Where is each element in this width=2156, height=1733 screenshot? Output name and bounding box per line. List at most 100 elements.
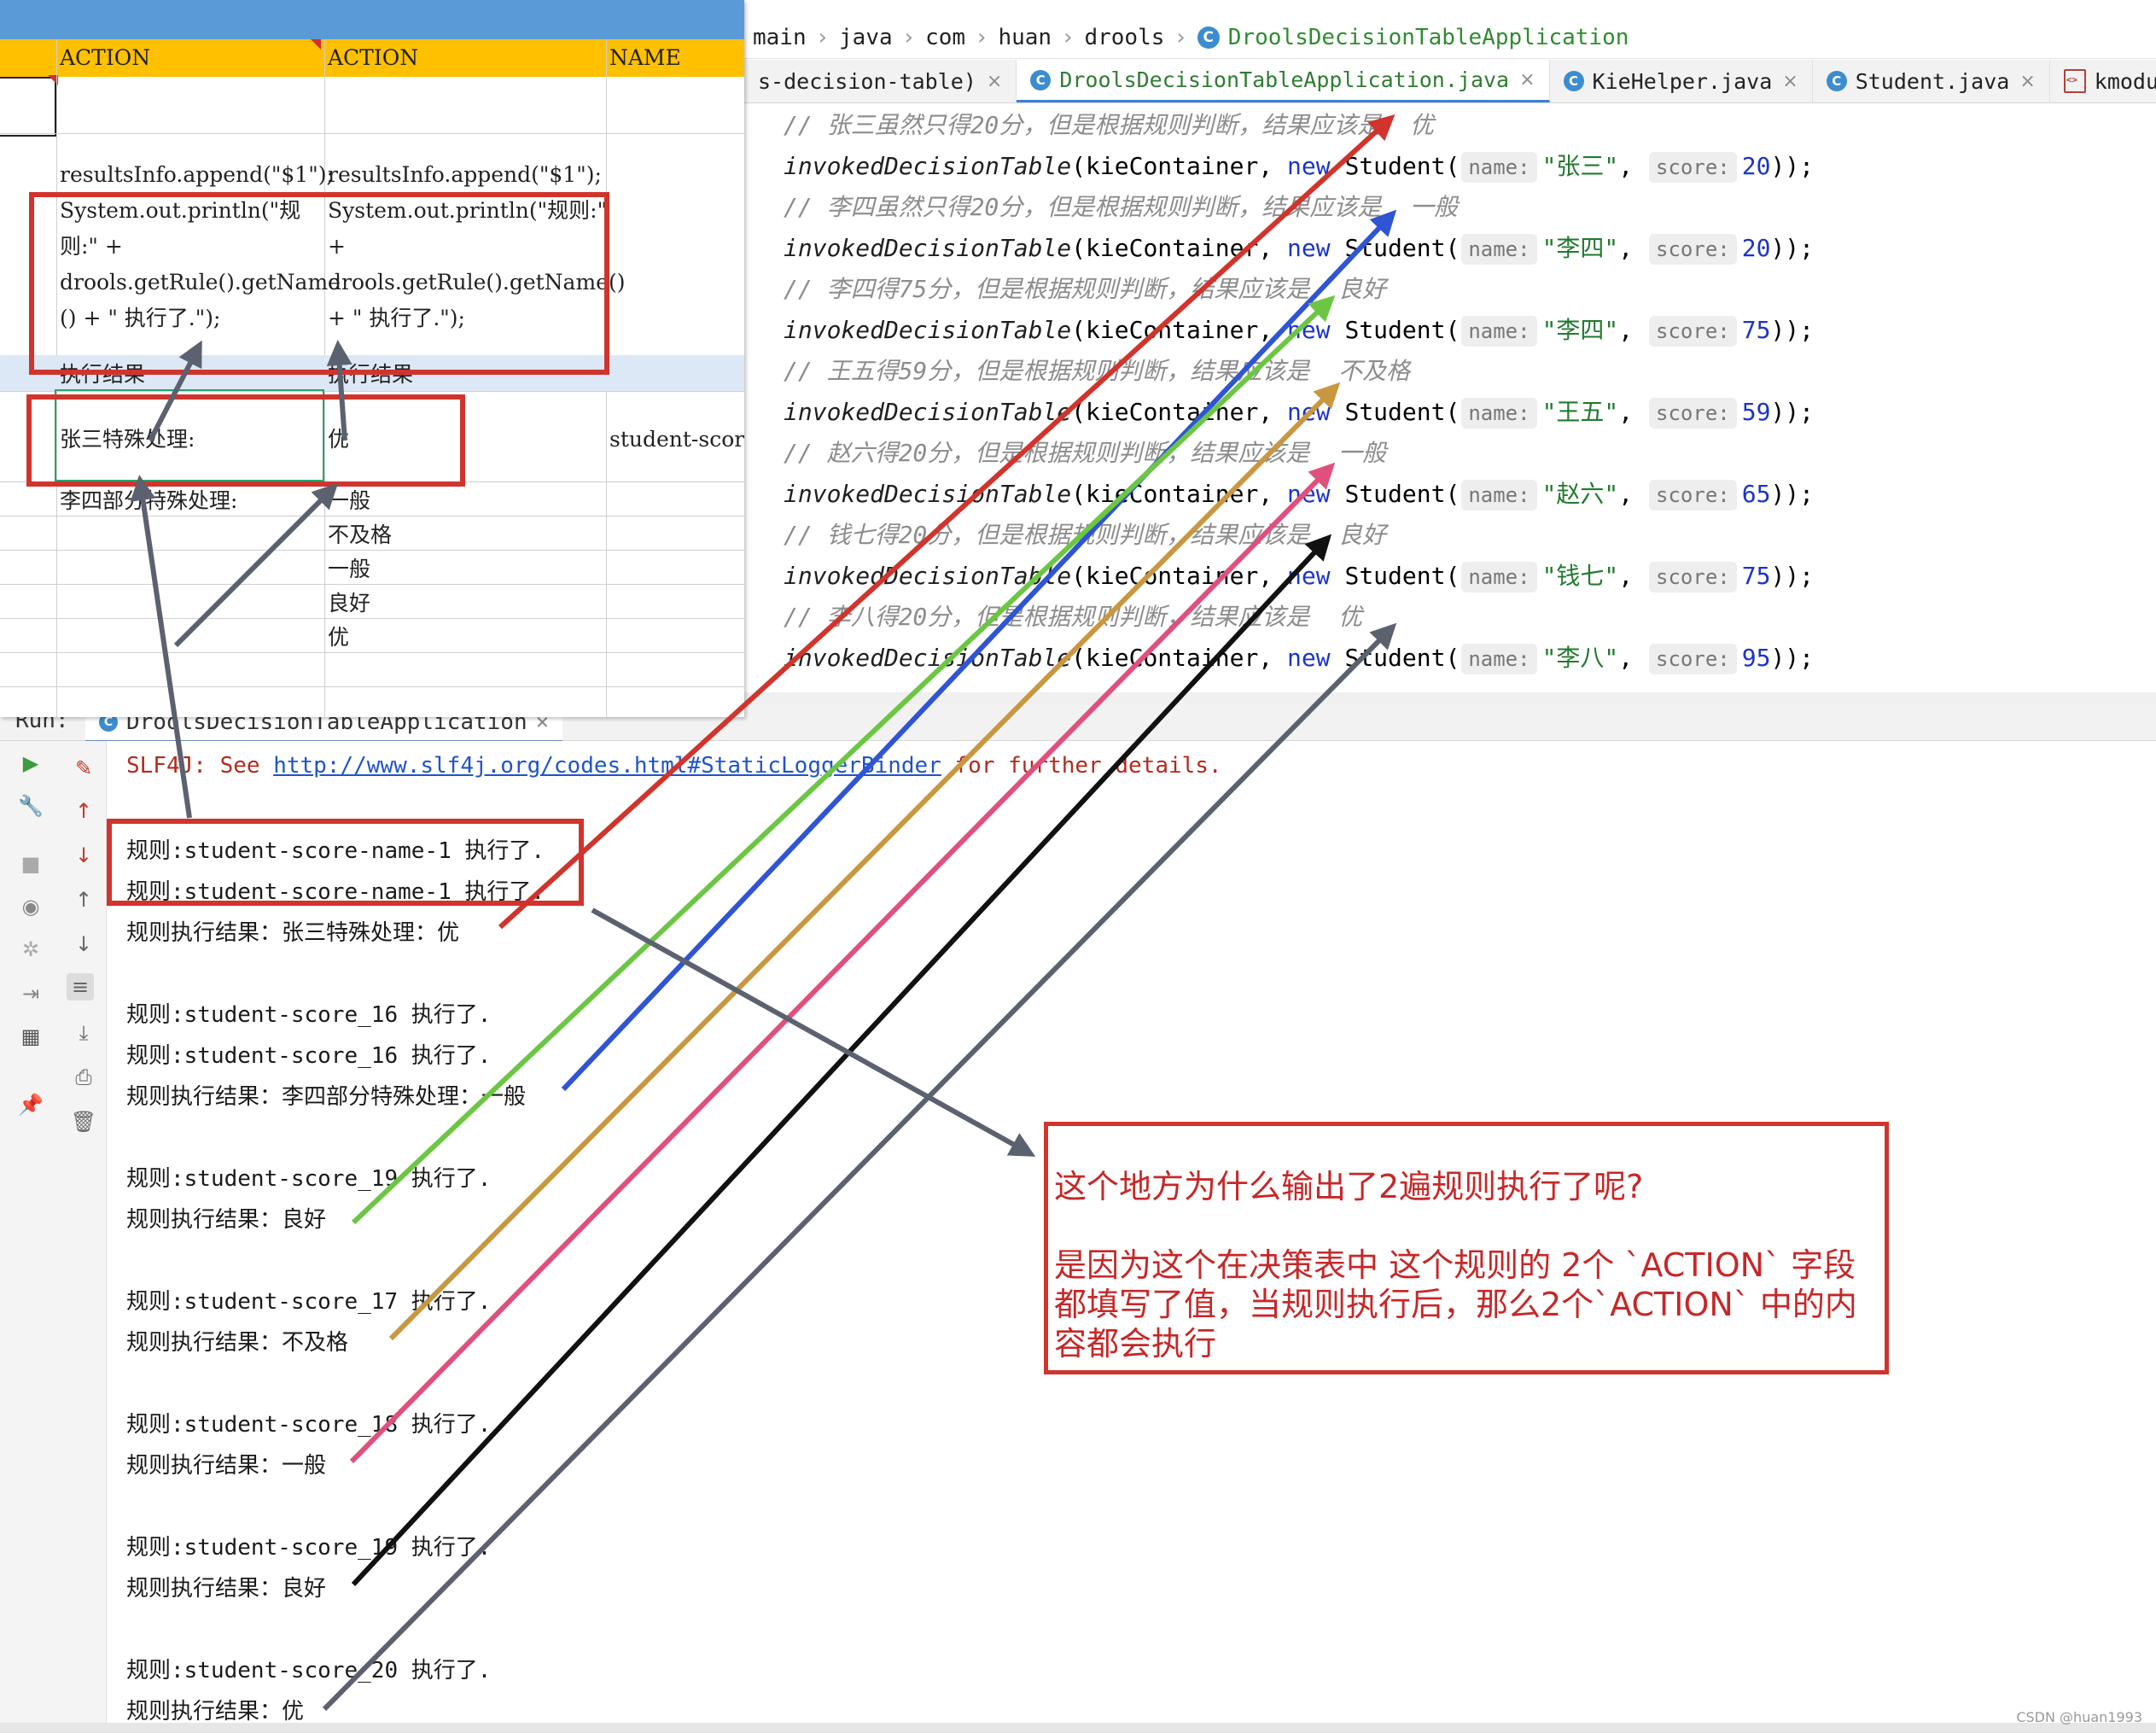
rule-row-a[interactable]: 李四部分特殊处理: — [60, 483, 237, 519]
tab-drools-decision-table-application[interactable]: C DroolsDecisionTableApplication.java × — [1017, 60, 1550, 102]
punctuation: , — [1618, 398, 1648, 426]
selected-cell[interactable] — [0, 77, 56, 137]
row-divider — [0, 618, 744, 619]
run-toolbar-right: ✎ ↑ ↓ ↑ ↓ ≡ ⤓ ⎙ 🗑 — [61, 741, 107, 1723]
code-comment-line: // 李四虽然只得20分，但是根据规则判断，结果应该是 一般 — [784, 193, 1459, 221]
exec-result-label: 执行结果 — [60, 362, 146, 387]
keyword-new: new — [1287, 398, 1331, 426]
soft-wrap-icon[interactable]: ≡ — [67, 973, 94, 1001]
class-name: Student( — [1344, 480, 1460, 508]
rule-row-b[interactable]: 良好 — [328, 586, 370, 621]
tab-decision-table[interactable]: s-decision-table) × — [744, 60, 1017, 102]
close-icon[interactable]: × — [987, 71, 1002, 92]
slf4j-link[interactable]: http://www.slf4j.org/codes.html#StaticLo… — [273, 753, 941, 779]
scroll-up-icon[interactable]: ↑ — [70, 886, 97, 913]
punctuation — [1331, 480, 1345, 508]
console-line-slf4j: SLF4J: See http://www.slf4j.org/codes.ht… — [126, 746, 1222, 785]
param-hint: score: — [1649, 480, 1737, 511]
punctuation: , — [1618, 644, 1648, 672]
action1-code-line: 则:" + — [60, 234, 123, 259]
chevron-right-icon: › — [977, 25, 987, 50]
rerun-icon[interactable]: ▶ — [17, 750, 44, 777]
close-icon[interactable]: × — [1519, 69, 1535, 90]
function-call: invokedDecisionTable — [784, 480, 1072, 508]
wrench-icon[interactable]: 🔧 — [17, 792, 44, 820]
function-call: invokedDecisionTable — [784, 398, 1072, 426]
code-statement-line: invokedDecisionTable(kieContainer, new S… — [784, 228, 1814, 269]
arrow-up-icon[interactable]: ↑ — [70, 797, 97, 825]
spreadsheet-title-bar — [0, 0, 744, 39]
tab-student[interactable]: C Student.java × — [1813, 60, 2050, 102]
breadcrumb-item-huan[interactable]: huan › — [998, 25, 1084, 50]
scroll-down-icon[interactable]: ↓ — [70, 931, 97, 958]
code-editor[interactable]: // 张三虽然只得20分，但是根据规则判断，结果应该是 优 invokedDeci… — [744, 103, 2156, 692]
breadcrumb-item-class[interactable]: C DroolsDecisionTableApplication — [1197, 25, 1629, 50]
class-name: Student( — [1344, 562, 1460, 590]
header-action-2[interactable]: ACTION — [321, 39, 418, 77]
rule-row-a[interactable]: 张三特殊处理: — [60, 422, 195, 458]
print-icon[interactable]: ⎙ — [70, 1064, 97, 1091]
punctuation — [1331, 644, 1345, 672]
scroll-to-end-icon[interactable]: ⤓ — [70, 1019, 97, 1047]
string-literal: "李四" — [1541, 234, 1619, 262]
breadcrumb-item-main[interactable]: main › — [753, 25, 839, 50]
edit-icon[interactable]: ✎ — [70, 755, 97, 782]
param-hint: name: — [1461, 562, 1537, 592]
camera-icon[interactable]: ◉ — [17, 893, 44, 920]
chevron-right-icon: › — [818, 25, 828, 50]
panel-divider[interactable] — [744, 692, 2156, 704]
stop-icon[interactable]: ■ — [17, 850, 44, 878]
header-action-1[interactable]: ACTION — [53, 39, 150, 77]
breadcrumb-label: DroolsDecisionTableApplication — [1227, 25, 1629, 50]
spreadsheet-header-row: ACTION ACTION NAME — [0, 39, 744, 77]
row-divider — [0, 584, 744, 585]
tab-kie-helper[interactable]: C KieHelper.java × — [1550, 60, 1813, 102]
annotation-note: 这个地方为什么输出了2遍规则执行了呢? 是因为这个在决策表中 这个规则的 2个 … — [1044, 1122, 1889, 1374]
function-call: invokedDecisionTable — [784, 644, 1072, 672]
arrow-down-icon[interactable]: ↓ — [70, 842, 97, 869]
breadcrumb-item-drools[interactable]: drools › — [1084, 25, 1197, 50]
bug-icon[interactable]: ✲ — [17, 936, 44, 963]
keyword-new: new — [1287, 316, 1331, 344]
punctuation: ( — [1071, 644, 1087, 672]
breadcrumb-item-com[interactable]: com › — [925, 25, 998, 50]
tab-kmodule[interactable]: kmodule.xml — [2050, 60, 2156, 102]
rule-row-b[interactable]: 优 — [328, 422, 349, 458]
punctuation: ( — [1071, 398, 1087, 426]
code-statement-line: invokedDecisionTable(kieContainer, new S… — [784, 638, 1814, 679]
keyword-new: new — [1287, 152, 1331, 180]
trash-icon[interactable]: 🗑 — [70, 1108, 97, 1135]
console-line: 规则:student-score_20 执行了. — [126, 1658, 492, 1683]
close-icon[interactable]: × — [2019, 71, 2035, 92]
keyword-new: new — [1287, 480, 1331, 508]
rule-row-c[interactable]: student-score — [609, 422, 744, 458]
header-name[interactable]: NAME — [603, 39, 681, 77]
layout-icon[interactable]: ▦ — [17, 1023, 44, 1050]
slf4j-text: for further details. — [941, 753, 1222, 779]
rule-row-b[interactable]: 不及格 — [328, 517, 392, 553]
console-line: 规则执行结果：良好 — [126, 1576, 327, 1602]
pin-icon[interactable]: 📌 — [17, 1091, 44, 1118]
console-line: 规则:student-score_16 执行了. — [126, 1043, 492, 1069]
java-class-icon: C — [1197, 26, 1220, 49]
row-divider — [0, 652, 744, 653]
rule-row-b[interactable]: 优 — [328, 620, 349, 656]
console-line: 规则:student-score-name-1 执行了. — [126, 838, 545, 864]
string-literal: "王五" — [1541, 398, 1619, 426]
param-hint: name: — [1461, 152, 1537, 183]
decision-table-spreadsheet: ACTION ACTION NAME resultsInfo.append("$… — [0, 0, 744, 717]
rule-row-b[interactable]: 一般 — [328, 483, 370, 519]
punctuation — [1331, 234, 1345, 262]
rule-row-b[interactable]: 一般 — [328, 551, 370, 587]
punctuation — [1331, 398, 1345, 426]
login-icon[interactable]: ⇥ — [17, 980, 44, 1007]
breadcrumb-item-java[interactable]: java › — [839, 25, 925, 50]
number-literal: 20 — [1741, 234, 1771, 262]
number-literal: 95 — [1741, 644, 1771, 672]
code-comment-line: // 王五得59分，但是根据规则判断，结果应该是 不及格 — [784, 357, 1411, 385]
breadcrumb-label: drools — [1084, 25, 1165, 50]
breadcrumb-label: main — [753, 25, 807, 50]
string-literal: "张三" — [1541, 152, 1619, 180]
action1-code-line: drools.getRule().getName — [60, 270, 341, 295]
close-icon[interactable]: × — [1782, 71, 1798, 92]
